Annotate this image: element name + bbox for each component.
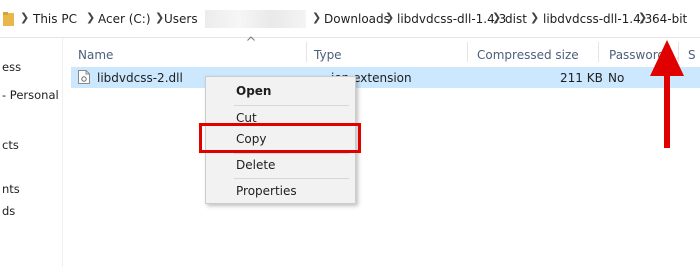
menu-item-delete[interactable]: Delete [236, 158, 275, 172]
column-divider[interactable] [467, 42, 468, 62]
chevron-right-icon[interactable]: ❯ [492, 11, 501, 24]
menu-item-open[interactable]: Open [236, 84, 271, 98]
breadcrumb-dist[interactable]: dist [505, 12, 527, 26]
menu-item-properties[interactable]: Properties [236, 184, 297, 198]
nav-item[interactable]: cts [2, 138, 19, 152]
chevron-right-icon[interactable]: ❯ [20, 11, 29, 24]
file-row-selected[interactable]: libdvdcss-2.dll ion extension 211 KB No [71, 67, 700, 88]
nav-item[interactable]: ess [2, 60, 21, 74]
chevron-right-icon[interactable]: ❯ [638, 11, 647, 24]
chevron-right-icon[interactable]: ❯ [155, 11, 164, 24]
arrow-up-icon [650, 40, 684, 148]
chevron-right-icon[interactable]: ❯ [86, 11, 95, 24]
column-divider[interactable] [598, 42, 599, 62]
breadcrumb-libdvdcss-subfolder[interactable]: libdvdcss-dll-1.4.3 [543, 12, 652, 26]
column-headers: Name Type Compressed size Password ... S [62, 36, 700, 66]
breadcrumb-downloads[interactable]: Downloads [324, 12, 390, 26]
address-bar[interactable]: ❯ This PC ❯ Acer (C:) ❯ Users ❯ Download… [0, 0, 700, 38]
dll-file-icon [78, 70, 90, 84]
breadcrumb-libdvdcss-folder[interactable]: libdvdcss-dll-1.4.3 [397, 12, 506, 26]
column-header-size[interactable]: S [688, 48, 696, 62]
file-compressed-size: 211 KB [560, 71, 603, 85]
menu-separator [234, 105, 349, 106]
nav-item[interactable]: - Personal [2, 88, 59, 102]
chevron-right-icon[interactable]: ❯ [530, 11, 539, 24]
column-header-type[interactable]: Type [314, 48, 342, 62]
nav-item[interactable]: nts [2, 182, 20, 196]
navigation-pane: ess - Personal cts nts ds [0, 38, 63, 267]
sort-ascending-icon [247, 36, 255, 41]
chevron-right-icon[interactable]: ❯ [312, 11, 321, 24]
column-divider[interactable] [306, 42, 307, 62]
nav-item[interactable]: ds [2, 204, 15, 218]
folder-icon [3, 12, 14, 26]
copy-highlight-box [199, 123, 361, 153]
menu-separator [234, 178, 349, 179]
chevron-right-icon[interactable]: ❯ [385, 11, 394, 24]
column-header-name[interactable]: Name [78, 48, 113, 62]
column-header-compressed-size[interactable]: Compressed size [477, 48, 579, 62]
breadcrumb-drive[interactable]: Acer (C:) [98, 12, 151, 26]
breadcrumb-this-pc[interactable]: This PC [33, 12, 77, 26]
file-password: No [608, 71, 625, 85]
breadcrumb-64-bit[interactable]: 64-bit [652, 12, 687, 26]
file-name: libdvdcss-2.dll [97, 71, 183, 85]
breadcrumb-users[interactable]: Users [164, 12, 198, 26]
menu-separator [234, 153, 349, 154]
redacted-username [205, 10, 306, 28]
